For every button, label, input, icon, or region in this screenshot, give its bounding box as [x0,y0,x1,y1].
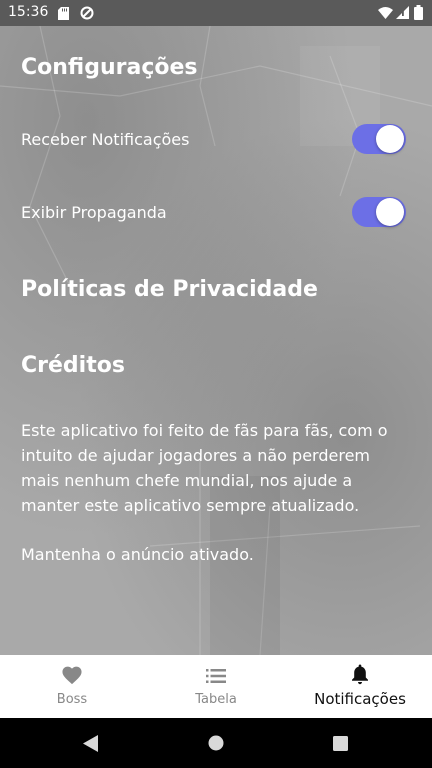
recents-icon[interactable] [333,736,348,755]
settings-content: Configurações Receber Notificações Exibi… [0,26,432,655]
credits-line: Este aplicativo foi feito de fãs para fã… [21,421,388,440]
ads-request-text: Mantenha o anúncio ativado. [21,545,254,564]
credits-line: mais nenhum chefe mundial, nos ajude a [21,471,353,490]
data-saver-icon [80,6,94,24]
list-icon [206,668,226,687]
nav-item-boss[interactable]: Boss [0,655,144,718]
status-bar: 15:36 [0,0,432,26]
back-icon[interactable] [83,735,99,756]
credits-line: intuito de ajudar jogadores a não perder… [21,446,370,465]
status-time: 15:36 [8,4,49,20]
credits-title: Créditos [21,353,125,378]
heart-icon [61,665,83,689]
nav-item-tabela[interactable]: Tabela [144,655,288,718]
nav-label-tabela: Tabela [195,692,237,707]
notifications-label: Receber Notificações [21,130,190,149]
system-navigation-bar [0,718,432,768]
nav-label-boss: Boss [56,692,88,707]
bell-icon [351,664,369,689]
nav-label-notificacoes: Notificações [314,690,406,708]
bottom-navigation: Boss Tabela Notificações [0,655,432,718]
ads-label: Exibir Propaganda [21,203,167,222]
credits-paragraph: Este aplicativo foi feito de fãs para fã… [21,418,416,518]
toggle-knob [376,125,404,153]
sd-card-icon [58,7,69,24]
battery-icon [414,5,423,24]
home-icon[interactable] [208,735,224,755]
settings-title: Configurações [21,55,198,80]
ads-toggle[interactable] [352,195,408,229]
signal-icon [396,6,409,23]
app-screen: 15:36 Configurações Receber Notificações… [0,0,432,768]
wifi-icon [378,6,393,23]
credits-line: manter este aplicativo sempre atualizado… [21,496,360,515]
privacy-policy-link[interactable]: Políticas de Privacidade [21,277,318,302]
notifications-toggle[interactable] [352,122,408,156]
nav-item-notificacoes[interactable]: Notificações [288,655,432,718]
toggle-knob [376,198,404,226]
